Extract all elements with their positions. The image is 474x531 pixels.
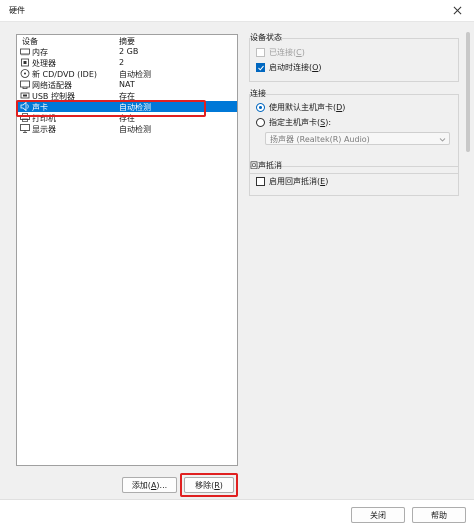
device-row-cd-dvd[interactable]: 新 CD/DVD (IDE) 自动检测 [17, 68, 237, 79]
echo-cancellation-checkbox-box[interactable] [256, 176, 265, 186]
chevron-down-icon [439, 138, 446, 142]
title-bar: 硬件 [0, 0, 474, 22]
network-adapter-icon [20, 80, 30, 89]
echo-cancellation-checkbox[interactable]: 启用回声抵消(E) [256, 176, 328, 186]
close-button[interactable]: 关闭 [351, 507, 405, 523]
remove-button[interactable]: 移除(R) [184, 477, 234, 493]
device-list[interactable]: 设备 摘要 内存 2 GB 处理器 2 新 CD/DVD (IDE) 自动检测 … [16, 34, 238, 466]
device-summary: NAT [119, 80, 135, 89]
specify-host-radio-dot[interactable] [256, 117, 265, 127]
device-name: 显示器 [32, 125, 56, 134]
cd-dvd-icon [20, 69, 30, 78]
host-sound-card-value: 扬声器 (Realtek(R) Audio) [270, 135, 370, 144]
device-status-group [249, 38, 459, 82]
close-icon [453, 6, 461, 15]
processor-icon [20, 58, 30, 67]
checkmark-icon [258, 65, 264, 71]
host-sound-card-select[interactable]: 扬声器 (Realtek(R) Audio) [265, 132, 450, 145]
connection-title: 连接 [250, 89, 266, 98]
usb-controller-icon [20, 91, 30, 100]
device-summary: 自动检测 [119, 125, 151, 134]
scrollbar[interactable] [463, 22, 474, 499]
device-row-sound-card[interactable]: 声卡 自动检测 [17, 101, 237, 112]
device-status-title: 设备状态 [250, 33, 282, 42]
device-row-display[interactable]: 显示器 自动检测 [17, 123, 237, 134]
scrollbar-thumb[interactable] [466, 32, 470, 152]
device-row-usb[interactable]: USB 控制器 存在 [17, 90, 237, 101]
connected-checkbox-box[interactable] [256, 47, 265, 57]
device-row-printer[interactable]: 打印机 存在 [17, 112, 237, 123]
list-header: 设备 摘要 [17, 35, 237, 46]
display-icon [20, 124, 30, 133]
connect-on-power-checkbox[interactable]: 启动时连接(O) [256, 62, 322, 72]
footer-bar: 关闭 帮助 [0, 499, 474, 531]
sound-card-icon [20, 102, 30, 111]
default-host-radio-dot[interactable] [256, 102, 265, 112]
device-summary: 2 [119, 58, 125, 67]
window-title: 硬件 [9, 6, 25, 15]
device-row-processor[interactable]: 处理器 2 [17, 57, 237, 68]
connect-on-power-checkbox-box[interactable] [256, 62, 265, 72]
hardware-panel: 设备 摘要 内存 2 GB 处理器 2 新 CD/DVD (IDE) 自动检测 … [0, 22, 474, 499]
window-close-button[interactable] [440, 0, 474, 21]
memory-icon [20, 47, 30, 56]
help-button[interactable]: 帮助 [412, 507, 466, 523]
device-summary: 2 GB [119, 47, 139, 56]
device-row-memory[interactable]: 内存 2 GB [17, 46, 237, 57]
printer-icon [20, 113, 30, 122]
default-host-radio[interactable]: 使用默认主机声卡(D) [256, 102, 345, 112]
echo-cancellation-title: 回声抵消 [250, 161, 282, 170]
add-button[interactable]: 添加(A)... [122, 477, 177, 493]
connected-checkbox[interactable]: 已连接(C) [256, 47, 305, 57]
specify-host-radio[interactable]: 指定主机声卡(S): [256, 117, 331, 127]
device-row-network[interactable]: 网络适配器 NAT [17, 79, 237, 90]
